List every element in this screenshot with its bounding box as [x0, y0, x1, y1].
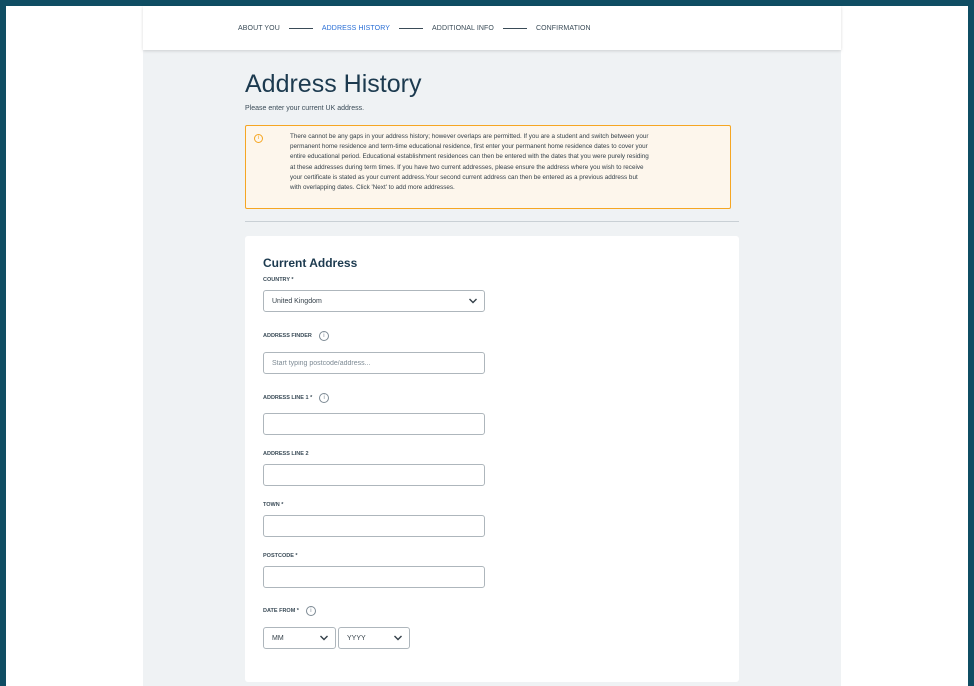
window-frame-right [968, 0, 974, 686]
notice-line: entire educational period. Educational e… [290, 153, 649, 161]
notice-line: your certificate is stated as your curre… [290, 173, 638, 181]
window-frame-left [0, 0, 6, 686]
address-line2-label-text: ADDRESS LINE 2 [263, 451, 309, 457]
step-connector [288, 27, 313, 29]
address-line1-label: ADDRESS LINE 1 * i [263, 393, 330, 403]
address-line1-input[interactable] [263, 413, 485, 435]
address-line2-label: ADDRESS LINE 2 [263, 451, 309, 457]
step-address-history[interactable]: ADDRESS HISTORY [322, 25, 390, 32]
step-about-you[interactable]: ABOUT YOU [238, 25, 280, 32]
address-line2-input[interactable] [263, 464, 485, 486]
country-label: COUNTRY * [263, 277, 294, 283]
chevron-down-icon [469, 298, 477, 304]
month-select-value: MM [272, 634, 284, 642]
date-from-label: DATE FROM * i [263, 606, 316, 616]
address-gap-notice: i There cannot be any gaps in your addre… [245, 125, 731, 209]
town-input[interactable] [263, 515, 485, 537]
current-address-card: Current Address COUNTRY * United Kingdom… [245, 236, 739, 682]
step-connector [502, 27, 527, 29]
month-select[interactable]: MM [263, 627, 336, 649]
notice-line: There cannot be any gaps in your address… [290, 133, 649, 140]
notice-line: permanent home residence and term-time e… [290, 143, 648, 151]
info-icon: i [254, 134, 263, 143]
town-label: TOWN * [263, 502, 283, 508]
page-subtitle: Please enter your current UK address. [245, 105, 365, 112]
info-icon[interactable]: i [319, 393, 330, 403]
page-title: Address History [245, 70, 422, 98]
notice-line: at these addresses during term times. If… [290, 163, 644, 171]
progress-stepper: ABOUT YOU ADDRESS HISTORY ADDITIONAL INF… [143, 6, 841, 50]
year-select-value: YYYY [347, 634, 366, 642]
step-additional-info[interactable]: ADDITIONAL INFO [432, 25, 494, 32]
country-select-value: United Kingdom [272, 297, 322, 305]
postcode-label: POSTCODE * [263, 553, 298, 559]
town-label-text: TOWN * [263, 502, 284, 508]
notice-line: with overlapping dates. Click 'Next' to … [290, 184, 455, 192]
chevron-down-icon [394, 635, 402, 641]
address-line1-label-text: ADDRESS LINE 1 * [263, 395, 313, 401]
postcode-label-text: POSTCODE * [263, 553, 298, 559]
card-title: Current Address [263, 256, 358, 270]
step-confirmation[interactable]: CONFIRMATION [536, 25, 591, 32]
postcode-input[interactable] [263, 566, 485, 588]
info-icon[interactable]: i [318, 331, 329, 341]
address-finder-label-text: ADDRESS FINDER [263, 333, 312, 339]
chevron-down-icon [320, 635, 328, 641]
step-connector [399, 27, 424, 29]
address-finder-input[interactable] [263, 352, 485, 374]
notice-text: There cannot be any gaps in your address… [290, 132, 728, 193]
address-finder-label: ADDRESS FINDER i [263, 331, 329, 341]
page-content: ABOUT YOU ADDRESS HISTORY ADDITIONAL INF… [143, 6, 841, 686]
info-icon[interactable]: i [305, 606, 316, 616]
country-select[interactable]: United Kingdom [263, 290, 485, 312]
year-select[interactable]: YYYY [338, 627, 410, 649]
date-from-label-text: DATE FROM * [263, 608, 299, 614]
country-label-text: COUNTRY * [263, 277, 294, 283]
section-divider [245, 221, 739, 222]
